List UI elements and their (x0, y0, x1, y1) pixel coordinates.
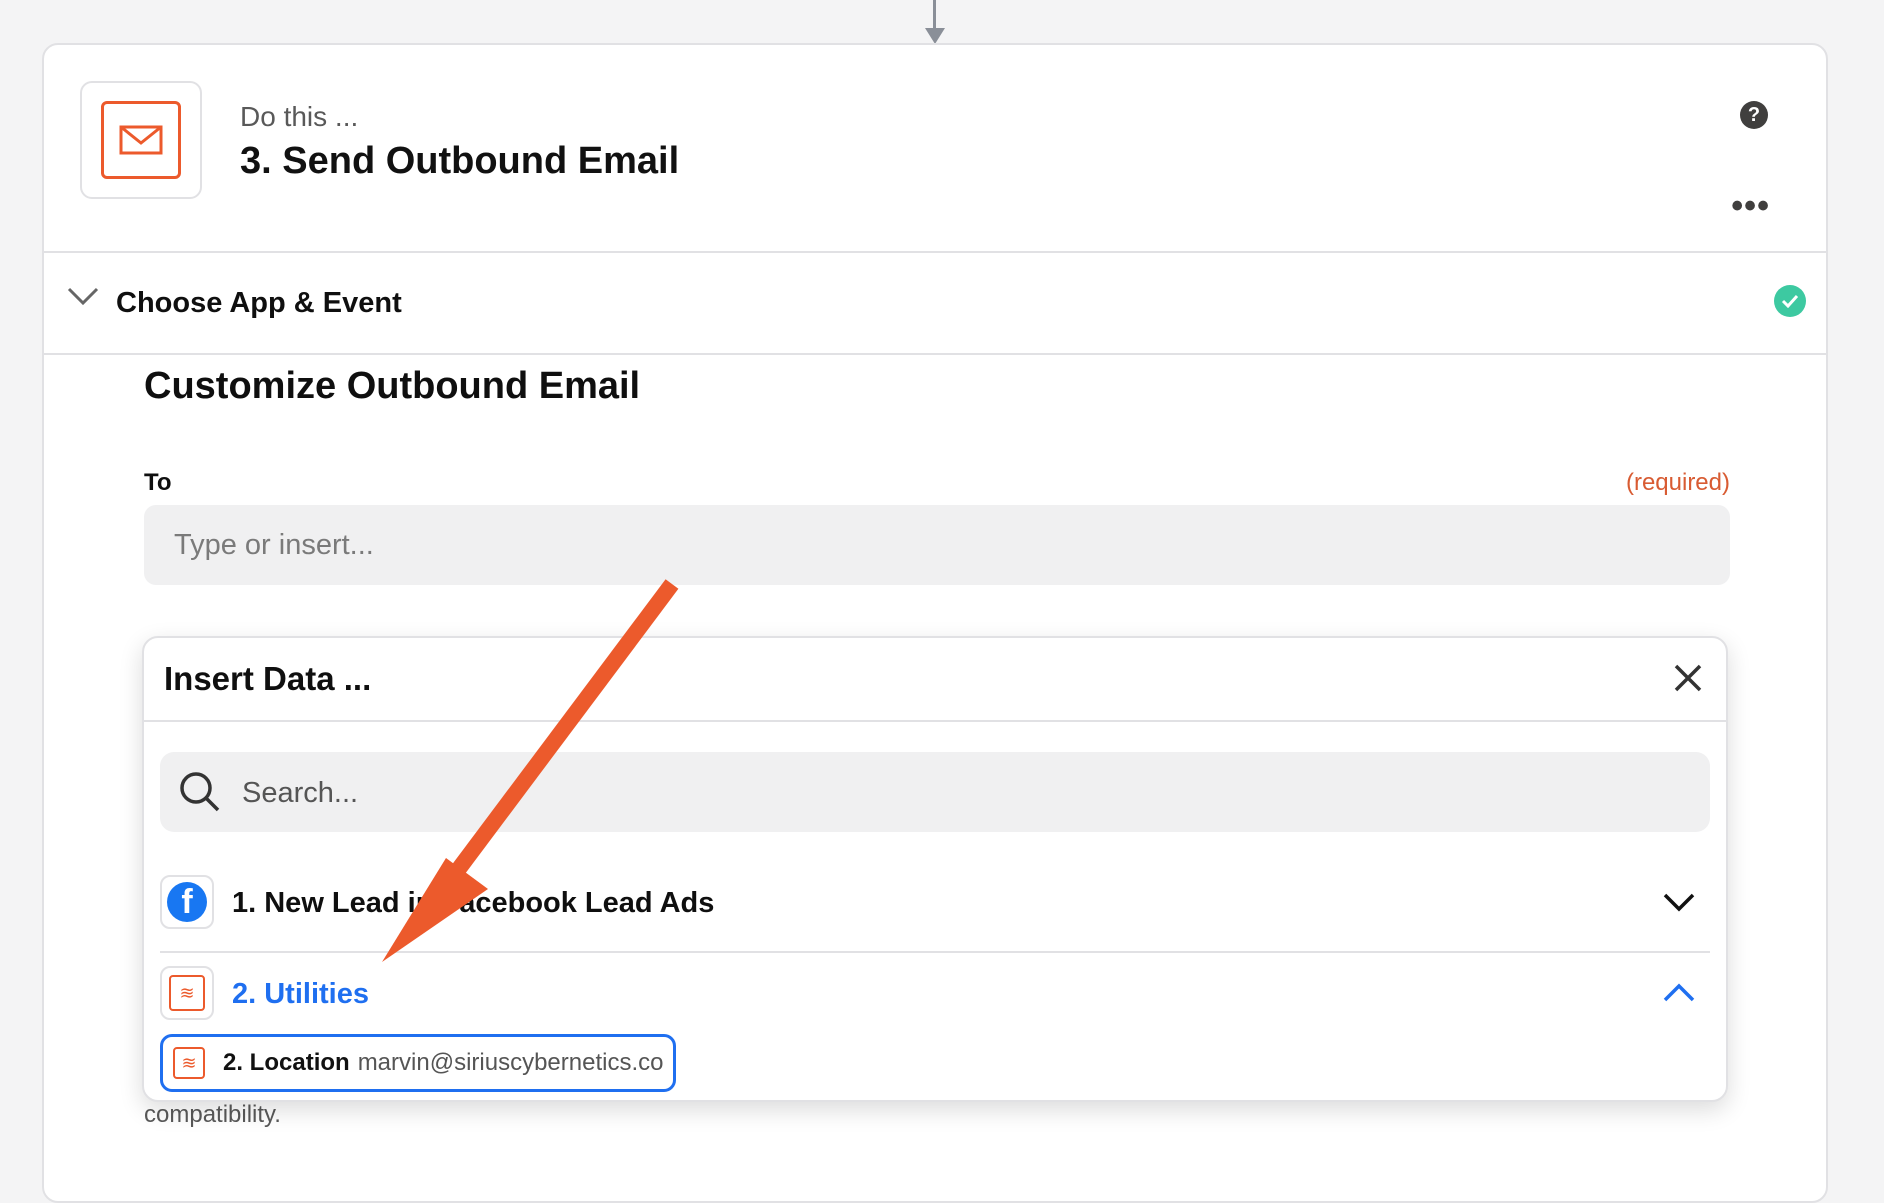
chevron-down-icon[interactable] (1662, 891, 1696, 913)
required-indicator: (required) (1625, 469, 1730, 496)
utilities-icon: ≋ (160, 966, 214, 1020)
data-item-value: marvin@siriuscybernetics.co (357, 1049, 664, 1076)
close-icon[interactable] (1668, 658, 1708, 698)
insert-data-title: Insert Data ... (164, 660, 372, 697)
utilities-icon: ≋ (173, 1047, 205, 1079)
insert-data-header: Insert Data ... (144, 638, 1726, 722)
help-icon[interactable]: ? (1740, 101, 1768, 129)
data-group-label: 2. Utilities (232, 978, 369, 1010)
chevron-up-icon[interactable] (1662, 982, 1696, 1004)
search-icon (180, 772, 220, 812)
form-title: Customize Outbound Email (144, 365, 641, 407)
step-header: Do this ... 3. Send Outbound Email ? ••• (44, 45, 1826, 253)
data-group-facebook[interactable]: f 1. New Lead in Facebook Lead Ads (160, 863, 1710, 953)
search-input[interactable] (240, 752, 1644, 834)
insert-data-panel: Insert Data ... f 1. New Lead in Faceboo… (142, 636, 1728, 1102)
insert-data-search (160, 752, 1710, 834)
to-field-label: To (144, 469, 172, 496)
step-kicker: Do this ... (240, 101, 359, 132)
to-input[interactable] (144, 505, 1730, 585)
chevron-down-icon (67, 287, 99, 306)
facebook-icon: f (160, 875, 214, 929)
step-app-icon (80, 81, 202, 199)
flow-connector-arrowhead (925, 28, 945, 44)
data-item-location[interactable]: ≋ 2. Location marvin@siriuscybernetics.c… (160, 1034, 677, 1092)
step-title[interactable]: 3. Send Outbound Email (240, 140, 679, 183)
more-options-icon[interactable]: ••• (1731, 189, 1770, 223)
choose-app-event-section[interactable]: Choose App & Event (44, 251, 1826, 355)
section-title: Choose App & Event (116, 287, 402, 319)
envelope-icon (101, 101, 181, 179)
data-group-label: 1. New Lead in Facebook Lead Ads (232, 887, 715, 919)
data-group-utilities[interactable]: ≋ 2. Utilities (160, 954, 1710, 1042)
data-item-key: 2. Location (223, 1049, 350, 1076)
check-circle-icon (1774, 285, 1806, 317)
